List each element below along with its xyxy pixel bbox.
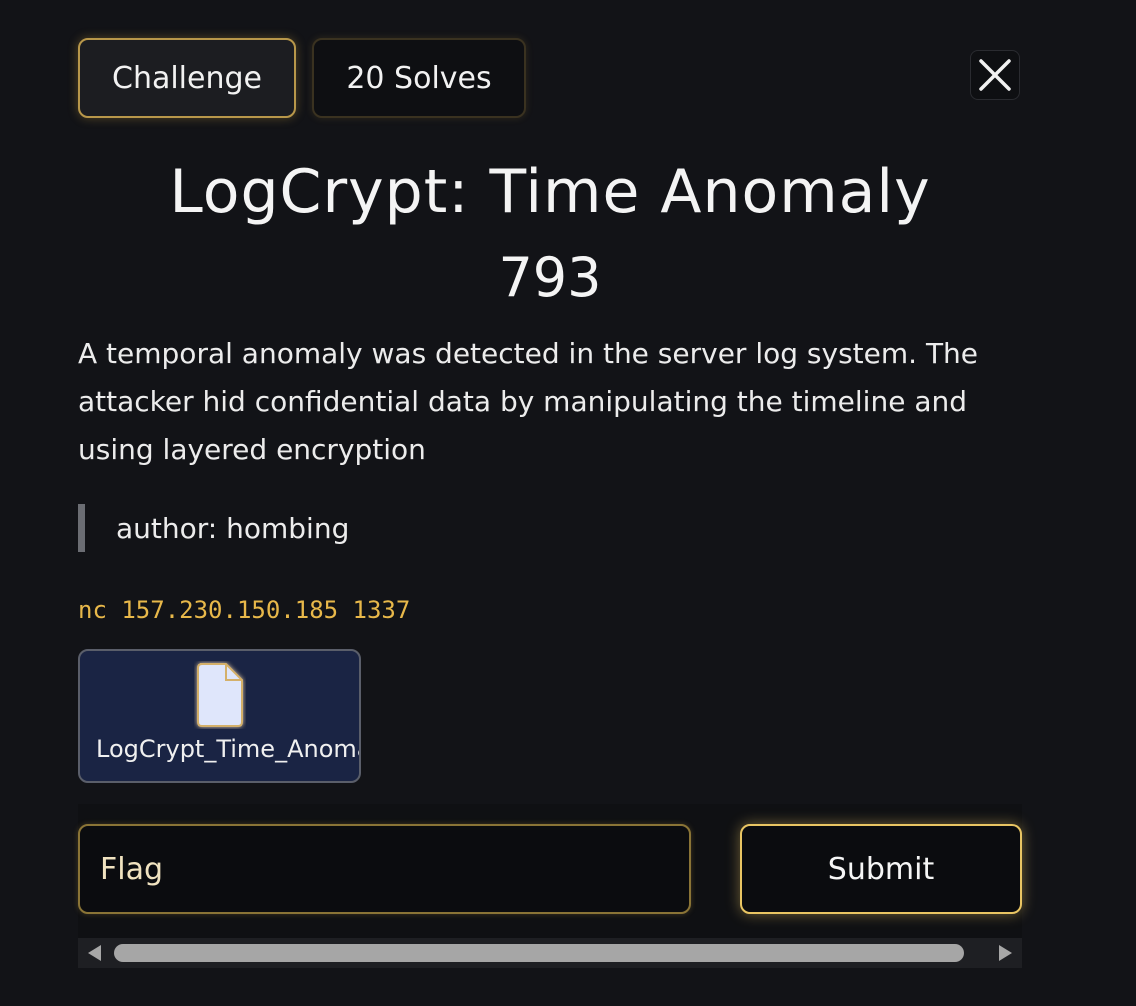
challenge-title: LogCrypt: Time Anomaly <box>169 157 931 227</box>
submit-button[interactable]: Submit <box>740 824 1022 914</box>
challenge-points: 793 <box>498 246 602 309</box>
scrollbar-thumb[interactable] <box>114 944 964 962</box>
flag-input[interactable] <box>78 824 691 914</box>
tab-challenge[interactable]: Challenge <box>78 38 296 118</box>
close-icon <box>979 59 1011 91</box>
file-icon <box>197 663 243 727</box>
challenge-description: A temporal anomaly was detected in the s… <box>78 337 979 466</box>
file-download-card[interactable]: LogCrypt_Time_Anomaly <box>78 649 361 783</box>
tab-solves[interactable]: 20 Solves <box>312 38 526 118</box>
author-text: author: hombing <box>116 511 350 545</box>
modal-tabs: Challenge 20 Solves <box>78 38 526 118</box>
scroll-left-arrow-icon[interactable] <box>88 945 101 961</box>
scroll-right-arrow-icon[interactable] <box>999 945 1012 961</box>
flag-submit-form: Submit <box>78 804 1022 938</box>
file-name: LogCrypt_Time_Anomaly <box>96 735 359 763</box>
horizontal-scrollbar[interactable] <box>78 938 1022 968</box>
connection-command: nc 157.230.150.185 1337 <box>78 596 411 624</box>
author-blockquote: author: hombing <box>78 504 349 552</box>
close-button[interactable] <box>970 50 1020 100</box>
